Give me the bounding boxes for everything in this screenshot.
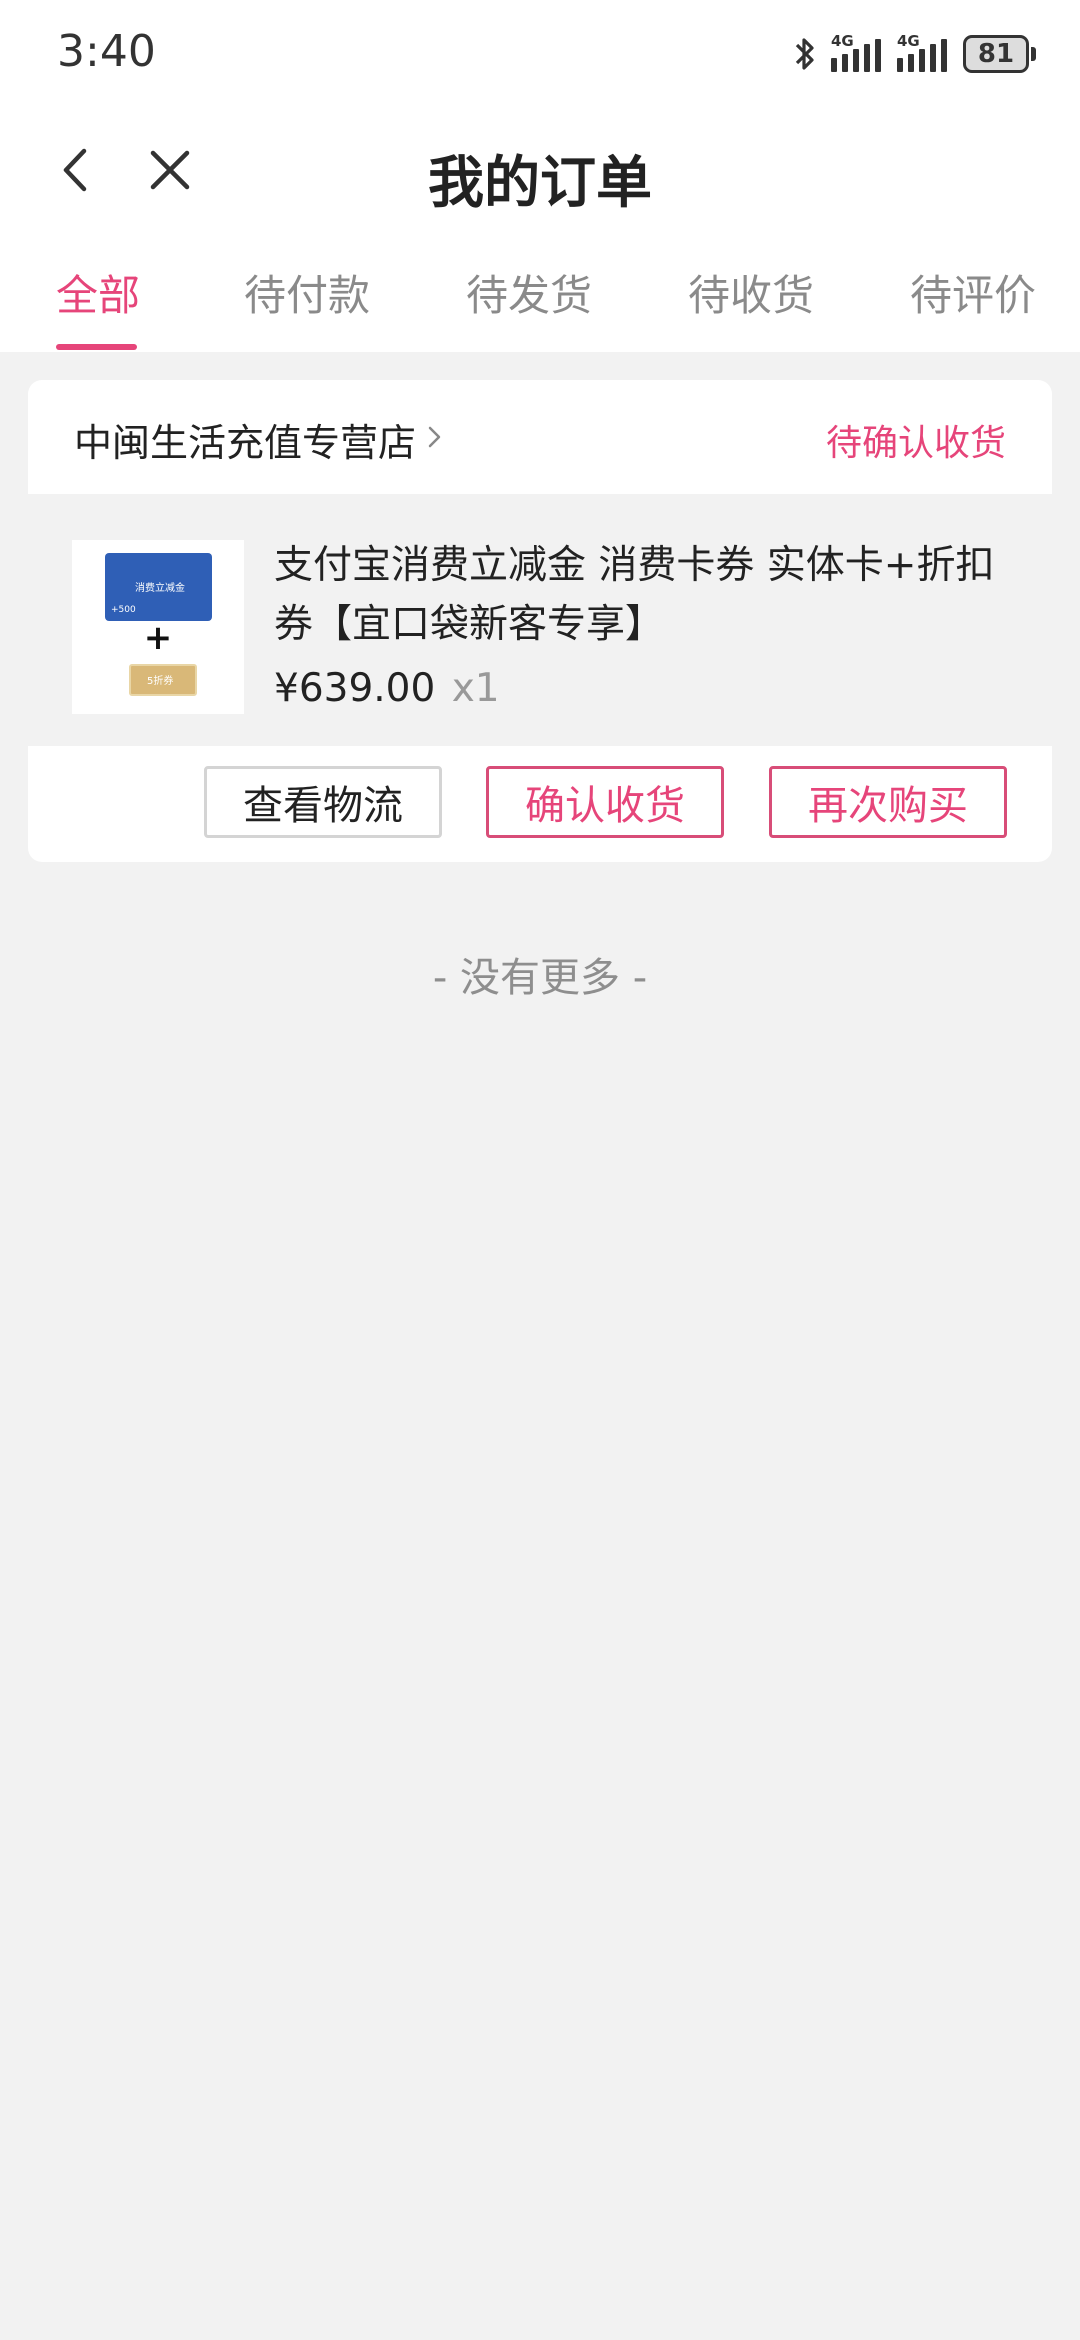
divider bbox=[28, 722, 1052, 746]
order-tabs: 全部 待付款 待发货 待收货 待评价 bbox=[0, 262, 1080, 352]
confirm-receipt-button[interactable]: 确认收货 bbox=[486, 766, 724, 838]
view-logistics-button[interactable]: 查看物流 bbox=[204, 766, 442, 838]
order-status: 待确认收货 bbox=[825, 423, 1006, 464]
bluetooth-icon bbox=[795, 38, 814, 70]
product-quantity: x1 bbox=[451, 666, 500, 711]
price-row: ¥639.00 x1 bbox=[274, 666, 500, 711]
buy-again-button[interactable]: 再次购买 bbox=[769, 766, 1007, 838]
tab-pending-review[interactable]: 待评价 bbox=[910, 262, 1036, 323]
product-thumbnail[interactable]: 消费立减金 +500 + 5折券 bbox=[72, 540, 244, 714]
tab-all[interactable]: 全部 bbox=[56, 262, 140, 323]
coupon-image: 5折券 bbox=[129, 664, 197, 696]
signal-icon: 4G bbox=[897, 32, 949, 74]
status-icons: 4G 4G 81 bbox=[793, 32, 1036, 76]
battery-icon: 81 bbox=[963, 35, 1036, 73]
gift-card-image: 消费立减金 +500 bbox=[105, 553, 212, 621]
tab-pending-receipt[interactable]: 待收货 bbox=[688, 262, 814, 323]
battery-level: 81 bbox=[963, 35, 1029, 73]
divider bbox=[28, 494, 1052, 524]
shop-name[interactable]: 中闽生活充值专营店 bbox=[74, 412, 416, 467]
no-more-text: - 没有更多 - bbox=[432, 955, 648, 1001]
product-title[interactable]: 支付宝消费立减金 消费卡券 实体卡+折扣券【宜口袋新客专享】 bbox=[274, 536, 1014, 654]
tab-pending-shipment[interactable]: 待发货 bbox=[466, 262, 592, 323]
active-tab-indicator bbox=[56, 344, 137, 350]
chevron-right-icon[interactable] bbox=[424, 422, 446, 452]
status-time: 3:40 bbox=[57, 26, 156, 77]
product-price: ¥639.00 bbox=[274, 666, 436, 711]
signal-icon: 4G bbox=[831, 32, 883, 74]
page-title: 我的订单 bbox=[428, 151, 652, 216]
tab-pending-payment[interactable]: 待付款 bbox=[244, 262, 370, 323]
